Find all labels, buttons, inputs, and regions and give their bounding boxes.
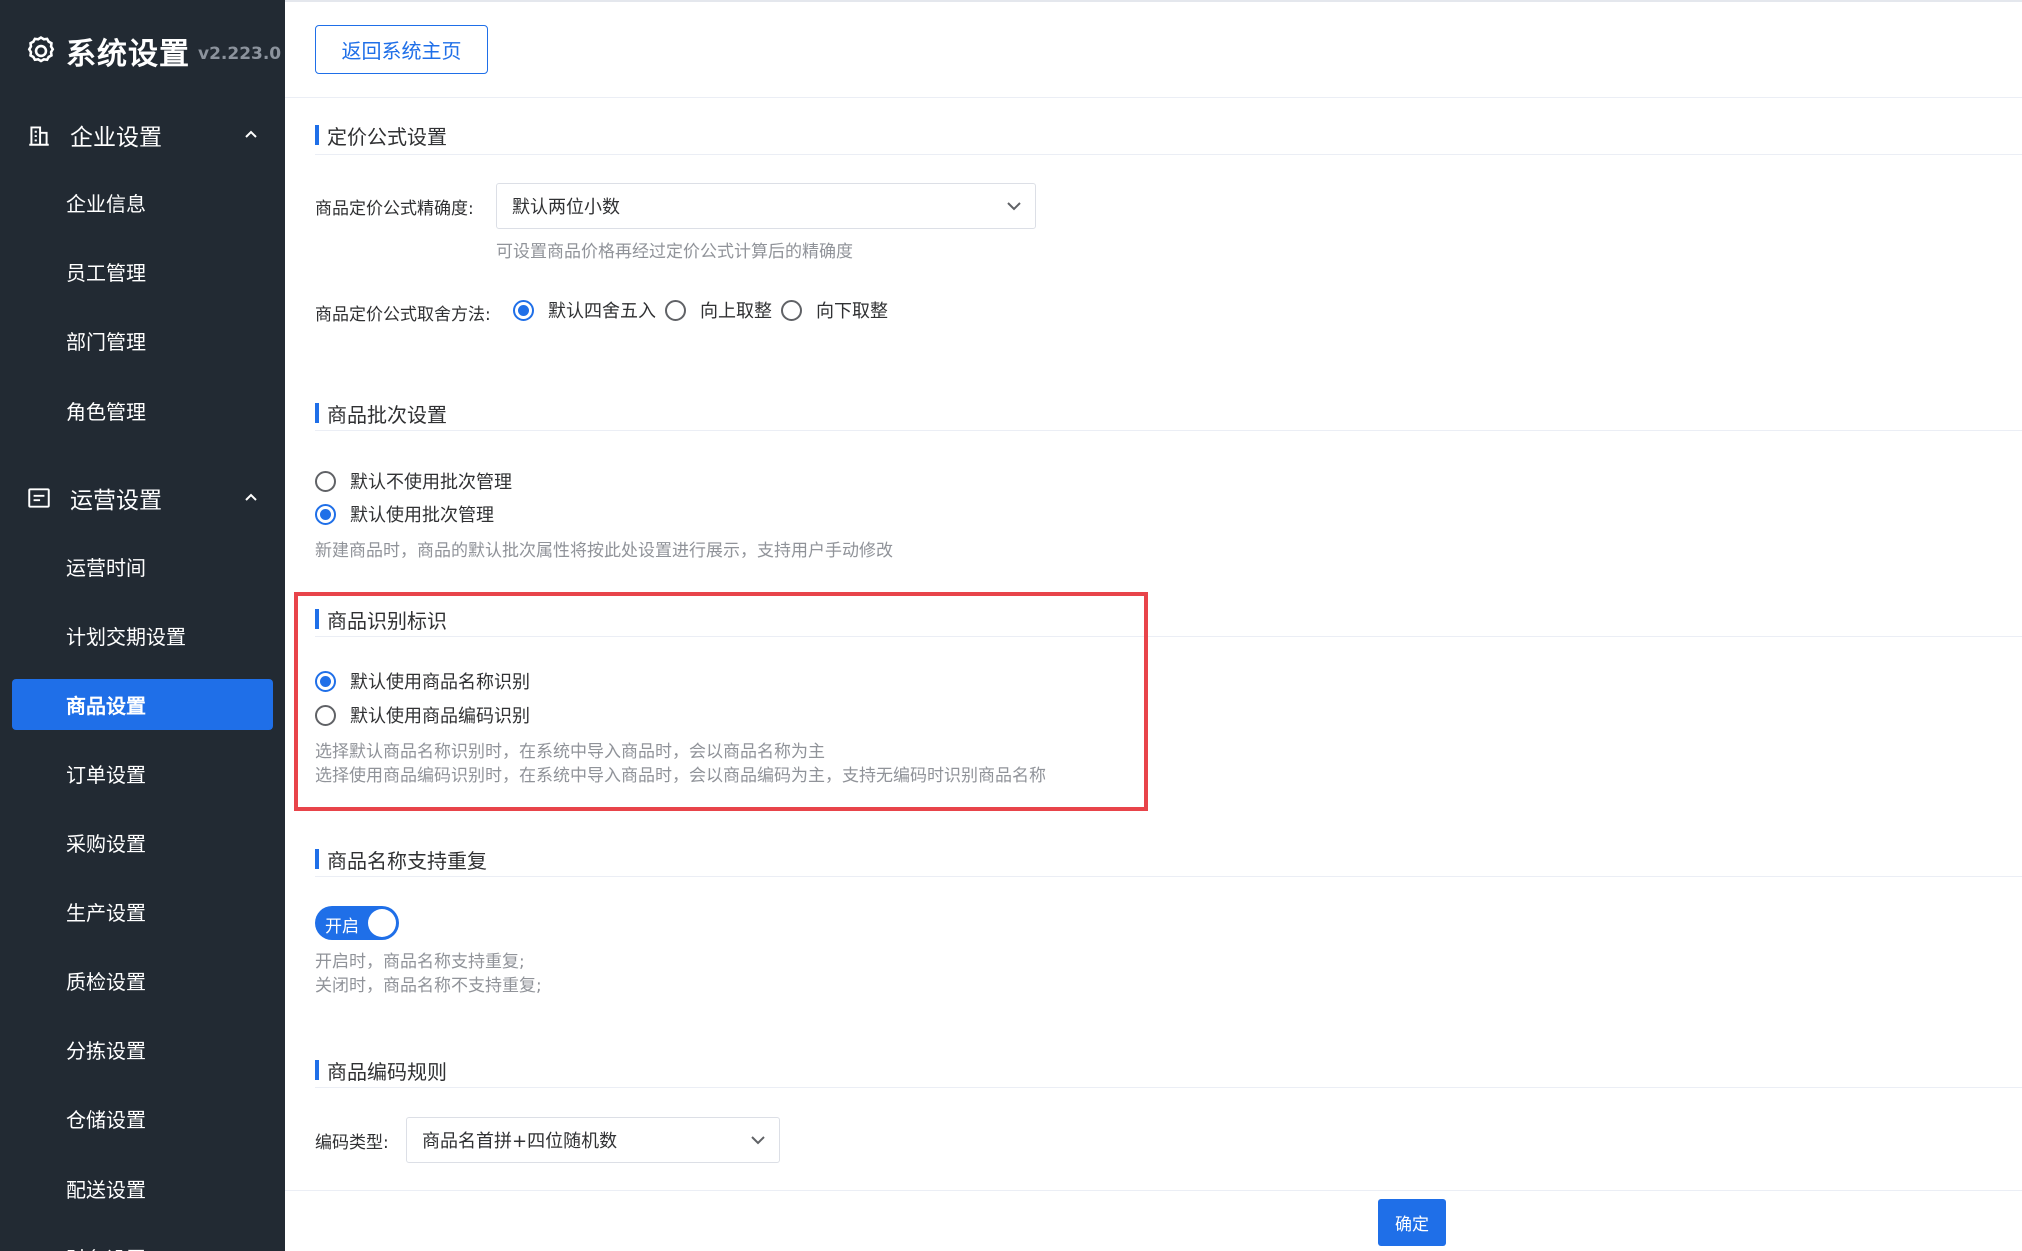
chevron-down-icon [751,1136,765,1145]
section-title-text: 商品名称支持重复 [327,848,487,873]
radio-dot [513,299,534,321]
toggle-label: 开启 [325,917,359,937]
duplicate-name-toggle[interactable]: 开启 [315,906,399,940]
code-type-select[interactable]: 商品名首拼+四位随机数 [406,1117,780,1163]
nav-group-operation[interactable]: 运营设置 [0,468,285,528]
nav-group-enterprise[interactable]: 企业设置 [0,105,285,165]
rounding-radio-ceil[interactable]: 向上取整 [665,298,772,322]
radio-label: 默认使用批次管理 [350,505,494,526]
sidebar-item-department[interactable]: 部门管理 [12,315,273,366]
section-title-batch: 商品批次设置 [315,400,447,427]
header-divider [285,97,2022,98]
brand: 系统设置 v2.223.0 [24,30,281,72]
radio-label: 默认四舍五入 [548,301,656,322]
toggle-knob [368,909,396,937]
precision-select-value: 默认两位小数 [512,197,620,218]
confirm-button[interactable]: 确定 [1378,1199,1446,1246]
top-divider [285,0,2022,2]
sidebar-item-company-info[interactable]: 企业信息 [12,177,273,228]
code-type-select-value: 商品名首拼+四位随机数 [422,1131,618,1152]
section-accent-bar [315,849,319,869]
section-divider [315,1087,2022,1088]
sidebar-item-order[interactable]: 订单设置 [12,748,273,799]
sidebar-item-distribution[interactable]: 配送设置 [12,1163,273,1214]
identify-radio-name[interactable]: 默认使用商品名称识别 [315,669,530,693]
code-type-label: 编码类型: [315,1133,389,1153]
identify-hint-1: 选择默认商品名称识别时，在系统中导入商品时，会以商品名称为主 [315,742,825,762]
radio-label: 默认使用商品名称识别 [350,672,530,693]
section-accent-bar [315,1060,319,1080]
identify-radio-code[interactable]: 默认使用商品编码识别 [315,703,530,727]
sidebar-item-quality[interactable]: 质检设置 [12,955,273,1006]
identify-hint-2: 选择使用商品编码识别时，在系统中导入商品时，会以商品编码为主，支持无编码时识别商… [315,766,1046,786]
radio-dot [315,470,336,492]
section-title-pricing: 定价公式设置 [315,122,447,149]
sidebar-item-role[interactable]: 角色管理 [12,385,273,436]
section-accent-bar [315,403,319,423]
gear-icon [27,36,55,63]
precision-label: 商品定价公式精确度: [315,199,474,219]
sidebar-item-delivery-plan[interactable]: 计划交期设置 [12,610,273,661]
section-accent-bar [315,125,319,145]
radio-dot [315,503,336,525]
sidebar: 系统设置 v2.223.0 企业设置 企业信息 员工管理 部门管理 角色管理 运… [0,0,285,1251]
section-accent-bar [315,609,319,629]
radio-label: 向上取整 [700,301,772,322]
radio-dot [315,670,336,692]
sidebar-item-purchase[interactable]: 采购设置 [12,817,273,868]
section-divider [315,154,2022,155]
section-divider [315,636,2022,637]
sidebar-item-staff[interactable]: 员工管理 [12,246,273,297]
precision-hint: 可设置商品价格再经过定价公式计算后的精确度 [496,242,853,262]
precision-select[interactable]: 默认两位小数 [496,183,1036,229]
rounding-radio-round[interactable]: 默认四舍五入 [513,298,656,322]
footer-divider [285,1190,2022,1191]
sidebar-item-production[interactable]: 生产设置 [12,886,273,937]
sidebar-item-warehouse[interactable]: 仓储设置 [12,1093,273,1144]
section-title-text: 商品编码规则 [327,1059,447,1084]
building-icon [29,126,49,146]
chevron-up-icon [245,493,257,501]
radio-label: 向下取整 [816,301,888,322]
section-divider [315,430,2022,431]
sidebar-item-operation-time[interactable]: 运营时间 [12,541,273,592]
section-title-text: 商品识别标识 [327,608,447,633]
app-title: 系统设置 [66,37,190,72]
section-title-duplicate: 商品名称支持重复 [315,846,487,873]
chevron-down-icon [1007,202,1021,211]
rounding-radio-floor[interactable]: 向下取整 [781,298,888,322]
section-divider [315,876,2022,877]
app-version: v2.223.0 [198,44,282,64]
radio-label: 默认不使用批次管理 [350,472,512,493]
duplicate-hint-1: 开启时，商品名称支持重复; [315,952,525,972]
nav-group-label: 企业设置 [70,125,162,151]
section-title-identify: 商品识别标识 [315,606,447,633]
sidebar-item-finance[interactable]: 财务设置 [12,1232,273,1251]
section-title-text: 定价公式设置 [327,124,447,149]
radio-dot [781,299,802,321]
back-home-button[interactable]: 返回系统主页 [315,25,488,74]
section-title-text: 商品批次设置 [327,402,447,427]
main-content: 返回系统主页 定价公式设置 商品定价公式精确度: 默认两位小数 可设置商品价格再… [285,0,2022,1251]
batch-radio-on[interactable]: 默认使用批次管理 [315,502,494,526]
radio-dot [315,704,336,726]
section-title-code-rule: 商品编码规则 [315,1057,447,1084]
list-icon [28,488,50,508]
batch-radio-off[interactable]: 默认不使用批次管理 [315,469,512,493]
chevron-up-icon [245,130,257,138]
sidebar-item-product[interactable]: 商品设置 [12,679,273,730]
duplicate-hint-2: 关闭时，商品名称不支持重复; [315,976,542,996]
radio-label: 默认使用商品编码识别 [350,706,530,727]
radio-dot [665,299,686,321]
batch-hint: 新建商品时，商品的默认批次属性将按此处设置进行展示，支持用户手动修改 [315,541,893,561]
rounding-label: 商品定价公式取舍方法: [315,305,491,325]
nav-group-label: 运营设置 [70,488,162,514]
sidebar-item-sorting[interactable]: 分拣设置 [12,1024,273,1075]
